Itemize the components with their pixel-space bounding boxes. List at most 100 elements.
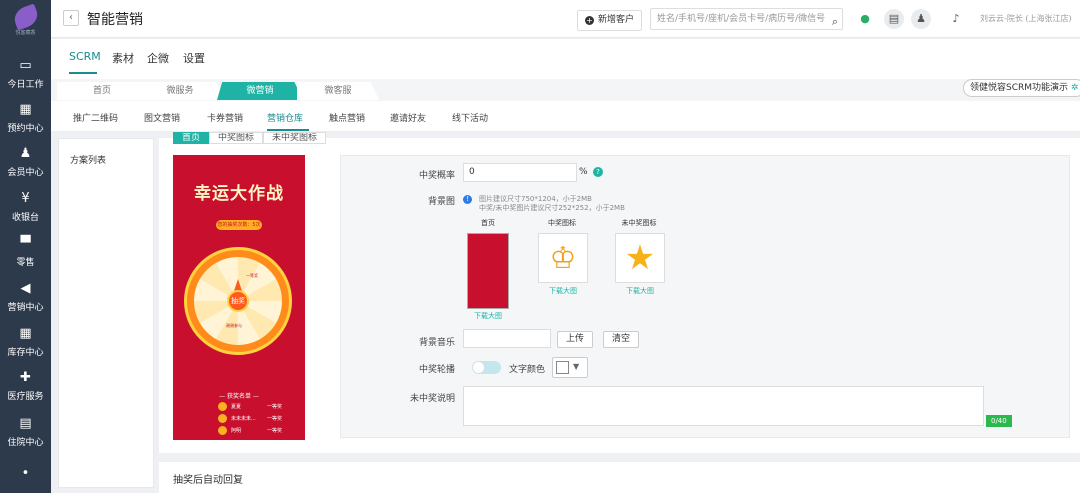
sidebar-item-members[interactable]: ♟ 会员中心 [0,140,51,184]
clear-button[interactable]: 清空 [603,331,640,348]
winner-avatar [218,414,227,423]
help-icon[interactable]: ? [593,167,603,177]
grid-icon: ▦ [19,325,32,341]
tab-scrm[interactable]: SCRM [69,50,101,63]
top-header: ‹ 智能营销 + 新增客户 姓名/手机号/座机/会员卡号/病历号/微信号 ⌕ ●… [51,0,1080,38]
subtab-marketing-warehouse[interactable]: 营销仓库 [267,111,303,124]
download-image-link[interactable]: 下载大图 [463,311,513,321]
subtab-touchpoint-marketing[interactable]: 触点营销 [329,111,365,124]
app-logo[interactable]: 悦客藏香 [0,0,51,42]
wechat-icon[interactable]: ● [855,9,875,29]
logo-mark-icon [10,2,41,31]
search-icon[interactable]: ⌕ [832,12,838,29]
sidebar-item-cashier[interactable]: ¥ 收银台 [0,185,51,229]
active-subtab-underline [267,129,309,131]
new-customer-button[interactable]: + 新增客户 [577,10,643,31]
no-win-description-textarea[interactable] [463,386,984,426]
download-image-link[interactable]: 下载大图 [615,286,665,296]
win-rate-unit: % [579,167,588,177]
draw-button[interactable]: 抽奖 [227,290,249,312]
tab-micro-service[interactable]: 微服务 [135,82,225,100]
sidebar-item-today-work[interactable]: ▭ 今日工作 [0,52,51,96]
trophy-icon[interactable]: ♔ [538,233,588,283]
subtab-article-marketing[interactable]: 图文营销 [144,111,180,124]
dot-icon: • [21,465,30,481]
prize-label: 谢谢参与 [226,323,242,328]
upload-button[interactable]: 上传 [557,331,594,348]
section-tabs: 首页 微服务 微营销 微客服 领健悦容SCRM功能演示 ✲ [51,79,1080,101]
home-background-thumbnail[interactable] [467,233,509,309]
tab-micro-marketing[interactable]: 微营销 [217,82,303,100]
tab-enterprise-wechat[interactable]: 企微 [147,50,169,66]
image-caption: 未中奖图标 [621,219,657,227]
preview-tabs: 首页 中奖图标 未中奖图标 [173,132,327,144]
char-counter: 0/40 [986,415,1012,427]
winner-prize: 一等奖 [267,404,283,410]
sidebar-item-label: 预约中心 [7,123,44,134]
sidebar-item-label: 会员中心 [7,167,44,178]
win-rate-input[interactable]: 0 [463,163,577,182]
plan-list-panel: 方案列表 [58,138,154,488]
lottery-settings-panel: 中奖概率 0 % ? 背景图 ! 图片建议尺寸750*1204，小于2MB 中奖… [340,155,1070,438]
subtab-offline-events[interactable]: 线下活动 [452,111,488,124]
background-music-input[interactable] [463,329,551,348]
preview-tab-lose-icon[interactable]: 未中奖图标 [263,132,327,144]
image-caption: 中奖图标 [548,219,576,227]
info-icon: ! [463,195,472,204]
sidebar-item-retail[interactable]: ▀ 零售 [0,230,51,274]
back-button[interactable]: ‹ [63,10,79,26]
bell-icon[interactable]: ♪ [946,9,966,29]
sidebar-item-label: 收银台 [11,212,39,223]
winner-avatar [218,402,227,411]
auto-reply-title: 抽奖后自动回复 [173,475,243,486]
marketing-subtabs: 推广二维码 图文营销 卡券营销 营销仓库 触点营销 邀请好友 线下活动 [51,101,1080,132]
sidebar-item-inventory[interactable]: ▦ 库存中心 [0,320,51,364]
calendar-icon: ▦ [19,101,32,117]
page-title: 智能营销 [87,12,143,28]
sidebar-item-marketing[interactable]: ◀ 营销中心 [0,275,51,319]
scrm-demo-button[interactable]: 领健悦容SCRM功能演示 ✲ [963,79,1080,97]
sidebar-item-label: 医疗服务 [7,391,44,402]
clipboard-icon[interactable]: ▤ [884,9,904,29]
text-color-picker[interactable]: ▼ [552,357,588,378]
text-color-label: 文字颜色 [508,365,545,375]
winner-prize: 一等奖 [267,416,283,422]
plus-icon: + [585,16,594,25]
winner-avatar [218,426,227,435]
winner-name: 阿明 [231,428,242,434]
preview-title: 幸运大作战 [194,184,284,204]
preview-tab-win-icon[interactable]: 中奖图标 [209,132,264,144]
sidebar-item-appointments[interactable]: ▦ 预约中心 [0,96,51,140]
sidebar-item-medical[interactable]: ✚ 医疗服务 [0,364,51,408]
sidebar-item-inpatient[interactable]: ▤ 住院中心 [0,410,51,454]
winner-name: 夏夏 [231,404,242,410]
wheel-segments: 抽奖 一等奖 谢谢参与 [194,257,282,345]
active-tab-underline [69,72,97,74]
no-win-description-label: 未中奖说明 [409,394,455,404]
winner-prize: 一等奖 [267,428,283,434]
search-placeholder: 姓名/手机号/座机/会员卡号/病历号/微信号 [657,14,826,24]
bg-size-hint: 图片建议尺寸750*1204，小于2MB [479,195,592,203]
sidebar-more-dot[interactable]: • [0,452,51,493]
tab-micro-customer-service[interactable]: 微客服 [297,82,379,100]
module-tabs: SCRM 素材 企微 设置 [51,39,1080,79]
subtab-promo-qrcode[interactable]: 推广二维码 [73,111,118,124]
download-image-link[interactable]: 下载大图 [538,286,588,296]
plan-list-title: 方案列表 [70,156,107,166]
background-music-label: 背景音乐 [418,338,455,348]
tab-home[interactable]: 首页 [57,82,147,100]
scrm-demo-label: 领健悦容SCRM功能演示 [970,83,1069,93]
preview-tab-home[interactable]: 首页 [173,132,210,144]
tab-settings[interactable]: 设置 [183,50,205,66]
star-icon[interactable]: ★ [615,233,665,283]
user-menu[interactable]: 刘云云-院长 (上海张江店) [980,13,1072,24]
medkit-icon: ✚ [20,369,31,385]
subtab-coupon-marketing[interactable]: 卡券营销 [207,111,243,124]
subtab-invite-friends[interactable]: 邀请好友 [390,111,426,124]
tab-materials[interactable]: 素材 [112,50,134,66]
sidebar-item-label: 库存中心 [7,347,44,358]
building-icon: ▤ [19,415,32,431]
team-icon[interactable]: ♟ [911,9,931,29]
sidebar-item-label: 住院中心 [7,437,44,448]
global-search-input[interactable]: 姓名/手机号/座机/会员卡号/病历号/微信号 ⌕ [650,8,843,30]
